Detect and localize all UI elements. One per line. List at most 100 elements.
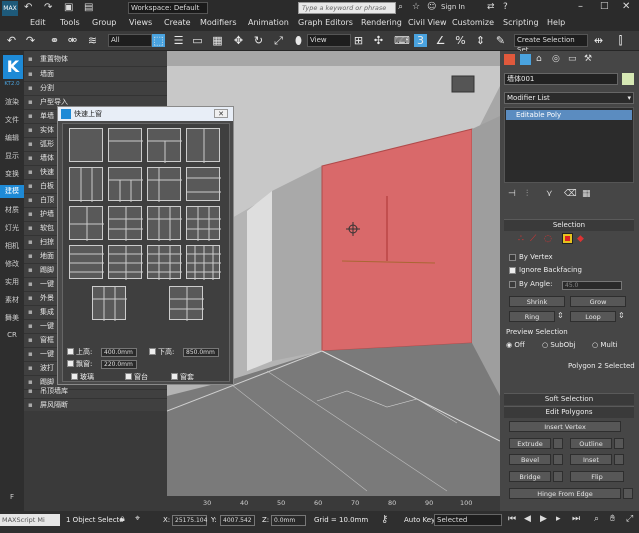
make-unique-icon[interactable]: ⋎ (546, 189, 553, 199)
extrude-settings-icon[interactable] (553, 438, 563, 449)
strip-transform[interactable]: 变换 (0, 169, 24, 179)
percent-snap-icon[interactable]: % (454, 34, 467, 47)
strip-edit[interactable]: 编辑 (0, 133, 24, 143)
workspace-dropdown[interactable]: Workspace: Default (128, 2, 208, 14)
pan-icon[interactable]: ✋︎ (610, 514, 615, 524)
lock-selection-icon[interactable]: 🔒︎ (120, 514, 125, 524)
window-style-option[interactable] (108, 206, 143, 241)
rotate-icon[interactable]: ↻ (252, 34, 265, 47)
star-icon[interactable]: ☆ (412, 2, 420, 12)
strip-stage[interactable]: 舞美 (0, 313, 24, 323)
hierarchy-tab-icon[interactable]: ⌂ (536, 54, 542, 64)
select-object-icon[interactable]: ⬚ (152, 34, 165, 47)
move-icon[interactable]: ✥ (232, 34, 245, 47)
stack-item[interactable]: Editable Poly (506, 110, 632, 120)
menu-help[interactable]: Help (547, 18, 565, 27)
menu-scripting[interactable]: Scripting (503, 18, 539, 27)
reference-coordinate-dropdown[interactable]: View (307, 34, 351, 47)
auto-key-button[interactable]: Auto Key (404, 516, 435, 524)
utilities-tab-icon[interactable]: ⚒ (584, 54, 592, 64)
menu-civil-view[interactable]: Civil View (408, 18, 447, 27)
bay-window-field[interactable]: 220.0mm (101, 360, 137, 369)
go-to-end-icon[interactable]: ⏭ (572, 514, 580, 524)
grow-button[interactable]: Grow (570, 296, 626, 307)
insert-vertex-button[interactable]: Insert Vertex (509, 421, 621, 432)
strip-render[interactable]: 渲染 (0, 97, 24, 107)
preview-off-radio[interactable]: ◉ Off (506, 341, 525, 349)
strip-camera[interactable]: 相机 (0, 241, 24, 251)
bevel-settings-icon[interactable] (553, 454, 563, 465)
window-style-option[interactable] (108, 167, 143, 202)
bottom-height-checkbox[interactable] (149, 348, 156, 355)
scale-icon[interactable]: ⤢ (272, 34, 285, 47)
edit-polygons-rollout-header[interactable]: Edit Polygons (504, 406, 634, 418)
exchange-icon[interactable]: ⇄ (487, 2, 495, 12)
by-vertex-checkbox[interactable] (509, 254, 516, 261)
strip-utility[interactable]: 实用 (0, 277, 24, 287)
close-icon[interactable]: ✕ (622, 1, 630, 12)
menu-rendering[interactable]: Rendering (361, 18, 402, 27)
top-height-checkbox[interactable] (67, 348, 74, 355)
window-style-option[interactable] (108, 245, 143, 280)
bevel-button[interactable]: Bevel (509, 454, 551, 465)
bind-spacewarp-icon[interactable]: ≋ (86, 34, 99, 47)
user-icon[interactable]: ☺ (427, 2, 436, 12)
menu-create[interactable]: Create (164, 18, 191, 27)
menu-edit[interactable]: Edit (30, 18, 46, 27)
menu-animation[interactable]: Animation (248, 18, 289, 27)
strip-cr[interactable]: CR (0, 331, 24, 339)
menu-group[interactable]: Group (92, 18, 116, 27)
object-name-field[interactable]: 墙体001 (504, 73, 618, 85)
next-frame-icon[interactable]: ▸ (556, 514, 561, 524)
menu-customize[interactable]: Customize (452, 18, 494, 27)
cover-checkbox[interactable] (171, 373, 178, 380)
angle-field[interactable]: 45.0 (562, 281, 622, 290)
z-coordinate-field[interactable]: 0.0mm (271, 515, 306, 526)
flip-button[interactable]: Flip (570, 471, 624, 482)
ring-spinner-icon[interactable]: ⇕ (557, 311, 564, 320)
edit-named-selection-icon[interactable]: ✎ (494, 34, 507, 47)
window-style-option[interactable] (186, 128, 220, 163)
bottom-height-field[interactable]: 850.0mm (183, 348, 219, 357)
loop-button[interactable]: Loop (570, 311, 616, 322)
window-style-option[interactable] (186, 245, 221, 280)
mirror-icon[interactable]: ⇹ (592, 34, 605, 47)
dialog-title[interactable]: 快速上窗 (58, 107, 233, 121)
window-style-option[interactable] (169, 286, 204, 321)
search-icon[interactable]: ⌕ (398, 2, 403, 12)
motion-tab-icon[interactable]: ◎ (552, 54, 560, 64)
menu-graph-editors[interactable]: Graph Editors (298, 18, 353, 27)
align-icon[interactable]: ⫿ (614, 34, 627, 47)
window-style-option[interactable] (147, 128, 182, 163)
hinge-settings-icon[interactable] (623, 488, 633, 499)
preview-multi-radio[interactable]: ○ Multi (592, 341, 617, 349)
strip-display[interactable]: 显示 (0, 151, 24, 161)
plugin-row[interactable]: ▪ 分割 (24, 82, 167, 96)
top-height-field[interactable]: 400.0mm (101, 348, 137, 357)
window-style-option[interactable] (69, 206, 104, 241)
strip-modeling[interactable]: 建模 (0, 185, 24, 198)
keyboard-shortcut-icon[interactable]: ⌨ (394, 34, 410, 47)
maximize-icon[interactable]: □ (600, 1, 609, 11)
link-icon[interactable]: ⚭ (48, 34, 61, 47)
hinge-from-edge-button[interactable]: Hinge From Edge (509, 488, 621, 499)
window-style-option[interactable] (147, 167, 182, 202)
window-style-option[interactable] (69, 167, 103, 202)
selection-rollout-header[interactable]: Selection (504, 219, 634, 231)
minimize-icon[interactable]: – (578, 1, 583, 12)
go-to-start-icon[interactable]: ⏮ (508, 514, 516, 524)
angle-snap-icon[interactable]: ∠ (434, 34, 447, 47)
redo-quick-icon[interactable]: ↷ (44, 2, 52, 13)
polygon-mode-icon[interactable] (562, 233, 573, 244)
named-selection-dropdown[interactable]: Create Selection Set (514, 34, 588, 54)
sign-in-button[interactable]: Sign In (441, 3, 465, 11)
plugin-row[interactable]: ▪ 吊顶墙库 (24, 385, 167, 399)
window-crossing-icon[interactable]: ▦ (211, 34, 224, 47)
window-style-option[interactable] (69, 128, 103, 162)
menu-modifiers[interactable]: Modifiers (200, 18, 237, 27)
search-field[interactable]: Type a keyword or phrase (298, 2, 396, 14)
absolute-mode-icon[interactable]: ⌖ (135, 514, 140, 524)
select-manipulate-icon[interactable]: ✣ (372, 34, 385, 47)
pin-stack-icon[interactable]: ⊣ (508, 189, 516, 199)
window-style-option[interactable] (186, 167, 221, 201)
